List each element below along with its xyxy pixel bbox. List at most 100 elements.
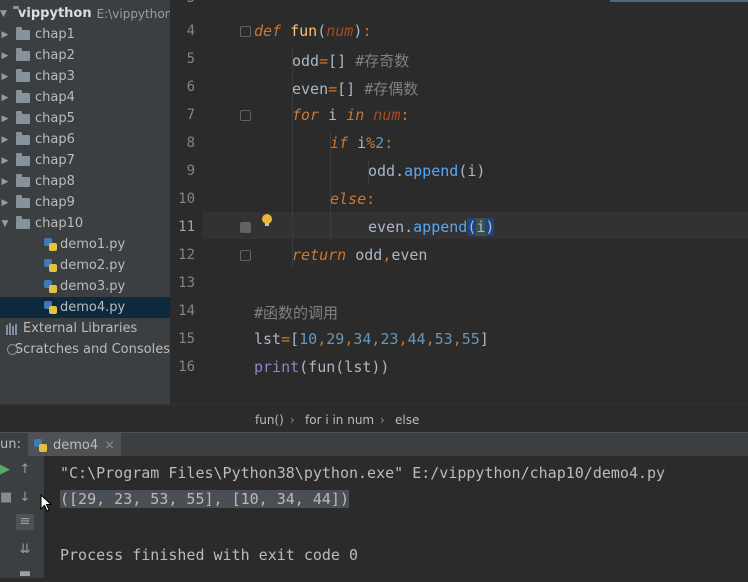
chevron-right-icon[interactable]: ▶ bbox=[0, 156, 10, 166]
file-demo1[interactable]: demo1.py bbox=[0, 234, 170, 255]
close-icon[interactable]: × bbox=[104, 438, 115, 453]
code-line-6: even=[] #存偶数 bbox=[292, 80, 419, 98]
folder-chap2[interactable]: ▶ chap2 bbox=[0, 45, 170, 66]
run-tab-label: demo4 bbox=[53, 437, 99, 453]
arrow-down-icon[interactable]: ↓ bbox=[16, 490, 34, 506]
file-demo3[interactable]: demo3.py bbox=[0, 276, 170, 297]
folder-chap4[interactable]: ▶ chap4 bbox=[0, 87, 170, 108]
line-number: 16 bbox=[178, 359, 195, 375]
folder-label: chap2 bbox=[35, 48, 75, 63]
folder-chap8[interactable]: ▶ chap8 bbox=[0, 171, 170, 192]
chevron-right-icon[interactable]: ▶ bbox=[0, 93, 10, 103]
breadcrumb-item[interactable]: else bbox=[395, 413, 419, 427]
folder-chap7[interactable]: ▶ chap7 bbox=[0, 150, 170, 171]
file-demo2[interactable]: demo2.py bbox=[0, 255, 170, 276]
console-exit-message: Process finished with exit code 0 bbox=[60, 546, 359, 564]
fold-icon[interactable] bbox=[240, 26, 251, 37]
run-console[interactable]: "C:\Program Files\Python38\python.exe" E… bbox=[44, 456, 748, 578]
chevron-right-icon[interactable]: ▶ bbox=[0, 177, 10, 187]
console-output: ([29, 23, 53, 55], [10, 34, 44]) bbox=[60, 490, 349, 508]
folder-chap6[interactable]: ▶ chap6 bbox=[0, 129, 170, 150]
run-tab-demo4[interactable]: demo4 × bbox=[28, 433, 122, 457]
line-number: 9 bbox=[186, 163, 195, 179]
folder-chap5[interactable]: ▶ chap5 bbox=[0, 108, 170, 129]
project-path: E:\vippython bbox=[96, 6, 173, 21]
folder-label: chap1 bbox=[35, 27, 75, 42]
rerun-icon[interactable]: ▶ bbox=[0, 462, 10, 478]
folder-chap9[interactable]: ▶ chap9 bbox=[0, 192, 170, 213]
code-line-15: lst=[10,29,34,23,44,53,55] bbox=[254, 330, 489, 348]
soft-wrap-icon[interactable]: ≡ bbox=[16, 514, 34, 530]
line-number: 5 bbox=[186, 51, 195, 67]
line-number: 13 bbox=[178, 275, 195, 291]
code-line-9: odd.append(i) bbox=[368, 162, 486, 180]
folder-icon bbox=[16, 47, 30, 61]
folder-label: chap9 bbox=[35, 195, 75, 210]
file-label: demo2.py bbox=[60, 258, 126, 273]
library-icon bbox=[6, 322, 19, 335]
project-root[interactable]: ▼ vippython E:\vippython bbox=[0, 3, 173, 24]
line-number: 6 bbox=[186, 79, 195, 95]
fold-icon[interactable] bbox=[240, 250, 251, 261]
folder-icon bbox=[16, 68, 30, 82]
chevron-right-icon[interactable]: ▶ bbox=[0, 198, 10, 208]
scratches-label: Scratches and Consoles bbox=[14, 342, 170, 357]
chevron-down-icon[interactable]: ▼ bbox=[0, 219, 10, 229]
code-line-10: else: bbox=[330, 190, 376, 208]
run-tool-sidebar: ▶ ↑ ■ ↓ ≡ ⇊ ▬ bbox=[0, 456, 44, 581]
scroll-to-end-icon[interactable]: ⇊ bbox=[16, 542, 34, 558]
file-label: demo4.py bbox=[60, 300, 126, 315]
folder-label: chap6 bbox=[35, 132, 75, 147]
chevron-right-icon[interactable]: ▶ bbox=[0, 72, 10, 82]
scratches-icon bbox=[6, 343, 18, 356]
scrollbar-thumb[interactable] bbox=[610, 0, 748, 2]
code-line-5: odd=[] #存奇数 bbox=[292, 52, 410, 70]
chevron-right-icon[interactable]: ▶ bbox=[0, 51, 10, 61]
scratches-and-consoles[interactable]: Scratches and Consoles bbox=[0, 339, 170, 360]
folder-icon bbox=[16, 110, 30, 124]
project-tree: ▼ vippython E:\vippython ▶ chap1 ▶ chap2… bbox=[0, 0, 173, 404]
chevron-right-icon[interactable]: ▶ bbox=[0, 135, 10, 145]
line-number: 4 bbox=[186, 23, 195, 39]
external-libraries-label: External Libraries bbox=[23, 321, 138, 336]
arrow-up-icon[interactable]: ↑ bbox=[16, 462, 34, 478]
chevron-down-icon[interactable]: ▼ bbox=[0, 9, 7, 19]
python-file-icon bbox=[44, 301, 57, 314]
folder-label: chap7 bbox=[35, 153, 75, 168]
file-label: demo1.py bbox=[60, 237, 126, 252]
file-demo4[interactable]: demo4.py bbox=[0, 297, 170, 318]
chevron-right-icon[interactable]: ▶ bbox=[0, 30, 10, 40]
folder-chap1[interactable]: ▶ chap1 bbox=[0, 24, 170, 45]
folder-icon bbox=[16, 89, 30, 103]
folder-label: chap4 bbox=[35, 90, 75, 105]
breadcrumb-item[interactable]: for i in num bbox=[305, 413, 374, 427]
run-label: un: bbox=[0, 437, 21, 452]
breadcrumb-item[interactable]: fun() bbox=[255, 413, 284, 427]
folder-icon bbox=[16, 26, 30, 40]
project-name: vippython bbox=[17, 6, 92, 21]
breadcrumb: fun() › for i in num › else bbox=[0, 404, 748, 433]
fold-icon[interactable] bbox=[240, 110, 251, 121]
print-icon[interactable]: ▬ bbox=[16, 566, 34, 582]
code-editor[interactable]: 3 4 5 6 7 8 9 10 11 12 13 14 15 16 def f… bbox=[170, 0, 748, 404]
chevron-right-icon[interactable]: ▶ bbox=[0, 114, 10, 124]
line-number: 3 bbox=[170, 0, 195, 6]
file-label: demo3.py bbox=[60, 279, 126, 294]
external-libraries[interactable]: External Libraries bbox=[0, 318, 170, 339]
console-command: "C:\Program Files\Python38\python.exe" E… bbox=[60, 464, 666, 482]
code-line-16: print(fun(lst)) bbox=[254, 358, 390, 376]
line-number: 10 bbox=[178, 191, 195, 207]
breadcrumb-separator: › bbox=[290, 413, 295, 427]
code-line-4: def fun(num): bbox=[254, 22, 372, 40]
lightbulb-icon[interactable] bbox=[262, 214, 272, 226]
folder-chap3[interactable]: ▶ chap3 bbox=[0, 66, 170, 87]
python-file-icon bbox=[44, 280, 57, 293]
python-file-icon bbox=[44, 259, 57, 272]
code-line-11: even.append(i) bbox=[368, 218, 495, 236]
mouse-cursor-icon bbox=[40, 494, 52, 512]
fold-icon[interactable] bbox=[240, 222, 251, 233]
code-line-8: if i%2: bbox=[330, 134, 394, 152]
folder-chap10[interactable]: ▼ chap10 bbox=[0, 213, 170, 234]
stop-icon[interactable]: ■ bbox=[0, 490, 12, 506]
folder-icon bbox=[16, 215, 30, 229]
